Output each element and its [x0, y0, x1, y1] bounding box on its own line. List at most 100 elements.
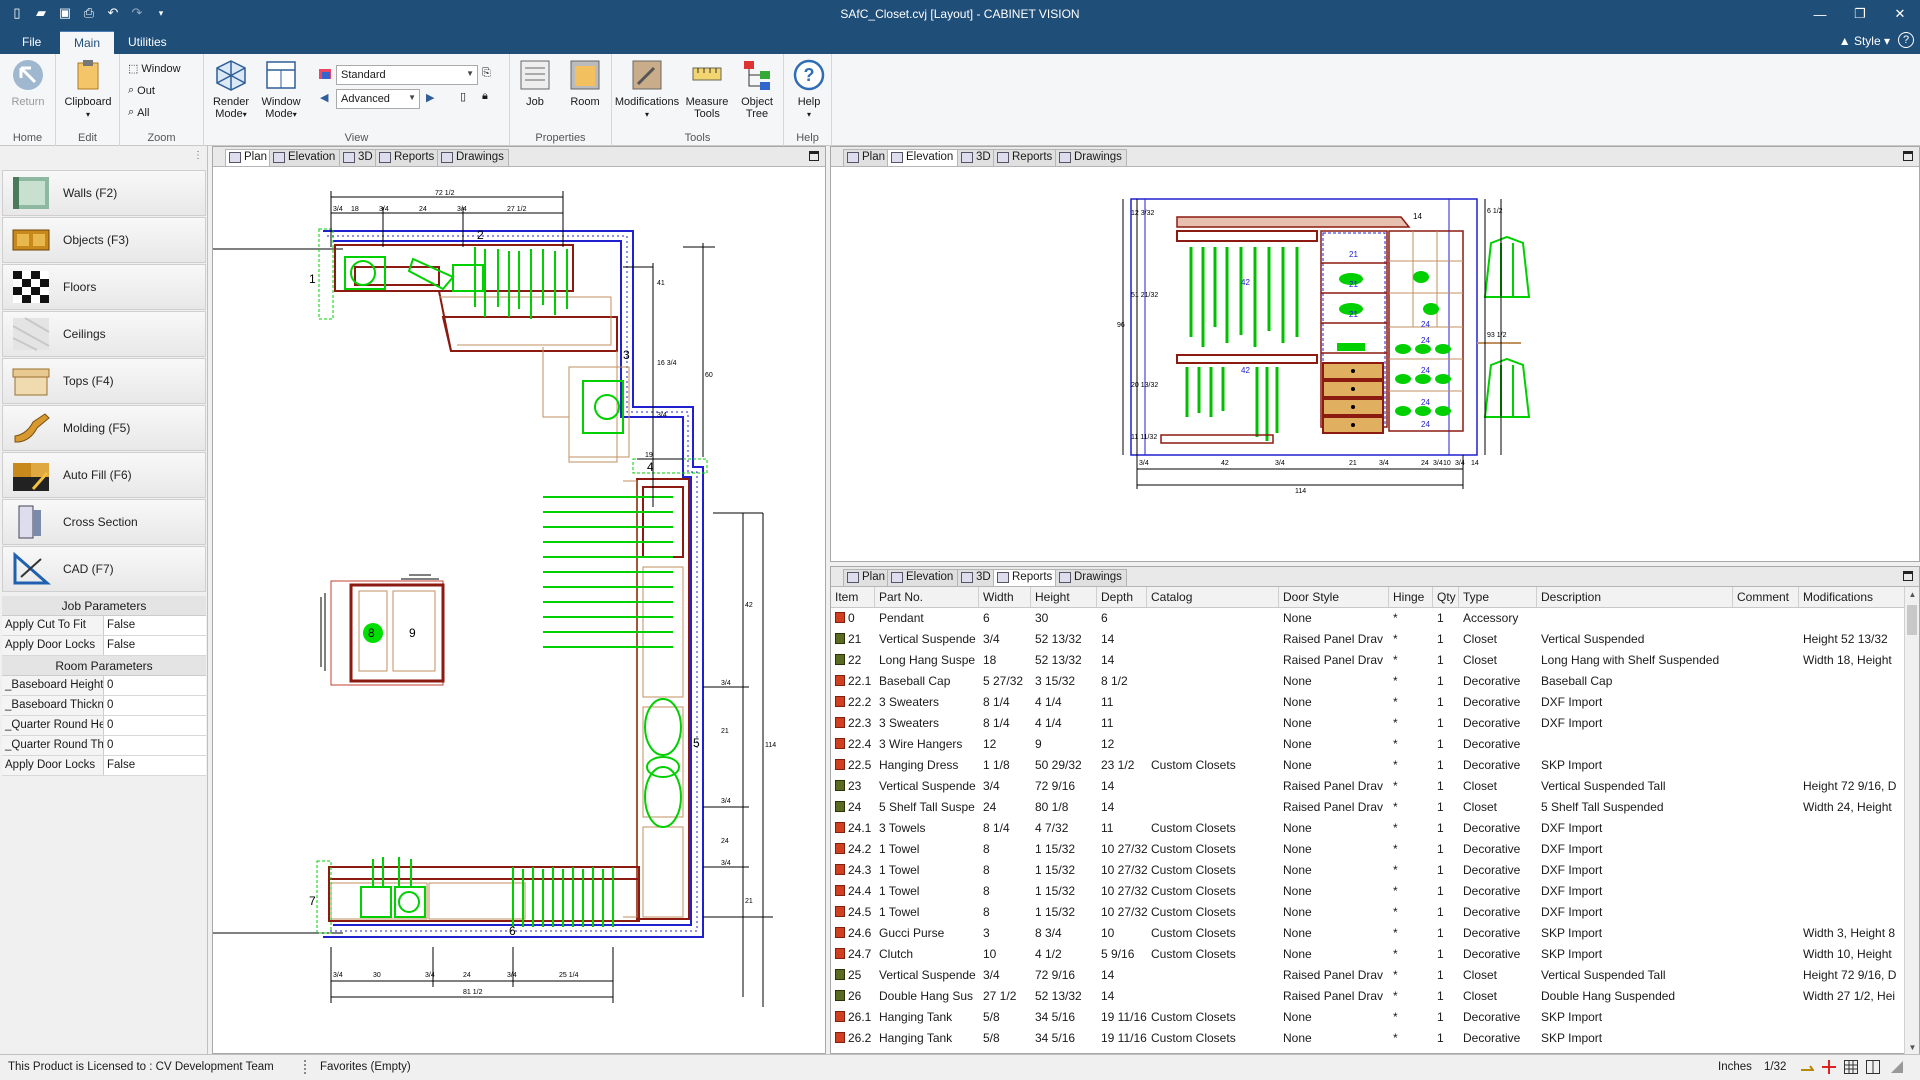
- wall-label[interactable]: 6: [509, 924, 516, 938]
- column-header[interactable]: Modifications: [1799, 587, 1906, 607]
- scroll-down-icon[interactable]: ▼: [1905, 1040, 1920, 1055]
- tab-plan[interactable]: Plan: [843, 149, 891, 166]
- sidebar-item-ceilings[interactable]: Ceilings: [2, 311, 206, 357]
- page-icon[interactable]: ▯: [460, 90, 466, 103]
- elevation-drawing[interactable]: 114 3/4 42 3/4 21 3/4 24 3/4 10 3/4 14 9…: [831, 167, 1919, 561]
- tab-3d[interactable]: 3D: [957, 149, 996, 166]
- table-row[interactable]: 24.4 1 Towel 8 1 15/32 10 27/32 Custom Closet…: [831, 881, 1906, 902]
- scroll-up-icon[interactable]: ▲: [1905, 587, 1920, 602]
- sidebar-item-tops[interactable]: Tops (F4): [2, 358, 206, 404]
- mode-combo[interactable]: Advanced ▼: [336, 89, 420, 109]
- wall-label[interactable]: 5: [693, 736, 700, 750]
- panel-grip-icon[interactable]: ⋮: [193, 150, 203, 161]
- display-style-combo[interactable]: Standard ▼: [336, 65, 478, 85]
- table-row[interactable]: 22.3 3 Sweaters 8 1/4 4 1/4 11 None * 1 Decorati…: [831, 713, 1906, 734]
- table-row[interactable]: 22 Long Hang Suspe 18 52 13/32 14 Raised Pane…: [831, 650, 1906, 671]
- sidebar-item-walls[interactable]: Walls (F2): [2, 170, 206, 216]
- lock-icon[interactable]: 🔒︎: [482, 90, 488, 103]
- param-value[interactable]: 0: [104, 696, 206, 715]
- next-mode-icon[interactable]: ▶: [426, 91, 434, 104]
- tab-elevation[interactable]: Elevation: [269, 149, 341, 166]
- param-row[interactable]: _Baseboard Thickne 0: [2, 696, 206, 716]
- tab-elevation[interactable]: Elevation: [887, 149, 959, 166]
- table-row[interactable]: 22.4 3 Wire Hangers 12 9 12 None * 1 Decorative: [831, 734, 1906, 755]
- close-button[interactable]: ✕: [1880, 0, 1920, 28]
- param-value[interactable]: False: [104, 616, 206, 635]
- sidebar-item-objects[interactable]: Objects (F3): [2, 217, 206, 263]
- restore-button[interactable]: ❐: [1840, 0, 1880, 28]
- zoom-window-button[interactable]: ⬚ Window: [128, 62, 181, 76]
- style-menu[interactable]: ▲ Style ▾: [1839, 34, 1890, 48]
- tab-reports[interactable]: Reports: [375, 149, 440, 166]
- table-row[interactable]: 22.5 Hanging Dress 1 1/8 50 29/32 23 1/2 Cust…: [831, 755, 1906, 776]
- param-row[interactable]: _Quarter Round Hei 0: [2, 716, 206, 736]
- tab-elevation[interactable]: Elevation: [887, 569, 959, 586]
- crosshair-icon[interactable]: [1822, 1060, 1836, 1074]
- snap-icon[interactable]: [1800, 1060, 1815, 1074]
- object-tree-button[interactable]: Object Tree: [732, 58, 782, 120]
- column-header[interactable]: Comment: [1733, 587, 1799, 607]
- wall-label[interactable]: 4: [647, 460, 654, 474]
- tab-file[interactable]: File: [8, 31, 55, 54]
- tab-drawings[interactable]: Drawings: [1055, 569, 1127, 586]
- table-row[interactable]: 26.2 Hanging Tank 5/8 34 5/16 19 11/16 Custom…: [831, 1028, 1906, 1049]
- table-row[interactable]: 24 5 Shelf Tall Suspe 24 80 1/8 14 Raised Pan…: [831, 797, 1906, 818]
- sidebar-item-cad[interactable]: CAD (F7): [2, 546, 206, 592]
- tab-utilities[interactable]: Utilities: [114, 31, 181, 54]
- sidebar-item-floors[interactable]: Floors: [2, 264, 206, 310]
- column-header[interactable]: Description: [1537, 587, 1733, 607]
- maximize-panel-icon[interactable]: [1903, 151, 1913, 161]
- return-button[interactable]: Return: [3, 58, 53, 108]
- zoom-out-button[interactable]: ⌕ Out: [128, 84, 155, 97]
- sidebar-item-cross-section[interactable]: Cross Section: [2, 499, 206, 545]
- plan-drawing[interactable]: 72 1/2 3/4 18 3/4 24 3/4 27 1/2 81 1/2 3…: [213, 167, 825, 1053]
- param-value[interactable]: 0: [104, 676, 206, 695]
- column-header[interactable]: Hinge: [1389, 587, 1433, 607]
- modifications-button[interactable]: Modifications ▾: [612, 58, 682, 121]
- wall-label[interactable]: 7: [309, 894, 316, 908]
- table-row[interactable]: 26.1 Hanging Tank 5/8 34 5/16 19 11/16 Custom…: [831, 1007, 1906, 1028]
- param-row[interactable]: Apply Cut To Fit False: [2, 616, 206, 636]
- table-row[interactable]: 24.3 1 Towel 8 1 15/32 10 27/32 Custom Closet…: [831, 860, 1906, 881]
- column-header[interactable]: Part No.: [875, 587, 979, 607]
- table-row[interactable]: 0 Pendant 6 30 6 None * 1 Accessory: [831, 608, 1906, 629]
- sidebar-item-molding[interactable]: Molding (F5): [2, 405, 206, 451]
- table-row[interactable]: 26 Double Hang Sus 27 1/2 52 13/32 14 Raised …: [831, 986, 1906, 1007]
- table-row[interactable]: 23 Vertical Suspende 3/4 72 9/16 14 Raised Pa…: [831, 776, 1906, 797]
- param-value[interactable]: 0: [104, 716, 206, 735]
- column-header[interactable]: Height: [1031, 587, 1097, 607]
- table-row[interactable]: 24.6 Gucci Purse 3 8 3/4 10 Custom Closets Non…: [831, 923, 1906, 944]
- param-row[interactable]: _Quarter Round Thic 0: [2, 736, 206, 756]
- table-row[interactable]: 24.2 1 Towel 8 1 15/32 10 27/32 Custom Closet…: [831, 839, 1906, 860]
- tab-plan[interactable]: Plan: [843, 569, 891, 586]
- table-row[interactable]: 25 Vertical Suspende 3/4 72 9/16 14 Raised Pa…: [831, 965, 1906, 986]
- help-icon[interactable]: ?: [1898, 32, 1914, 48]
- column-header[interactable]: Depth: [1097, 587, 1147, 607]
- table-row[interactable]: 24.5 1 Towel 8 1 15/32 10 27/32 Custom Closet…: [831, 902, 1906, 923]
- maximize-panel-icon[interactable]: [809, 151, 819, 161]
- help-button[interactable]: ? Help ▾: [784, 58, 834, 121]
- minimize-button[interactable]: —: [1800, 0, 1840, 28]
- tab-3d[interactable]: 3D: [339, 149, 378, 166]
- prev-mode-icon[interactable]: ◀: [320, 91, 328, 104]
- favorites-text[interactable]: Favorites (Empty): [320, 1061, 411, 1073]
- column-header[interactable]: Catalog: [1147, 587, 1279, 607]
- table-row[interactable]: 22.2 3 Sweaters 8 1/4 4 1/4 11 None * 1 Decorati…: [831, 692, 1906, 713]
- report-scrollbar[interactable]: ▲ ▼: [1904, 587, 1919, 1055]
- wall-label[interactable]: 3: [623, 348, 630, 362]
- table-row[interactable]: 24.7 Clutch 10 4 1/2 5 9/16 Custom Closets Non…: [831, 944, 1906, 965]
- style-edit-icon[interactable]: ⎘: [482, 67, 491, 80]
- column-header[interactable]: Door Style: [1279, 587, 1389, 607]
- window-mode-button[interactable]: Window Mode▾: [256, 58, 306, 121]
- tab-drawings[interactable]: Drawings: [1055, 149, 1127, 166]
- sidebar-item-auto-fill[interactable]: Auto Fill (F6): [2, 452, 206, 498]
- tab-main[interactable]: Main: [60, 31, 115, 54]
- wall-label[interactable]: 8: [368, 626, 375, 640]
- param-value[interactable]: False: [104, 636, 206, 655]
- zoom-all-button[interactable]: ⌕ All: [128, 106, 149, 119]
- tab-reports[interactable]: Reports: [993, 149, 1058, 166]
- param-value[interactable]: 0: [104, 736, 206, 755]
- render-mode-button[interactable]: Render Mode▾: [206, 58, 256, 121]
- table-row[interactable]: 22.1 Baseball Cap 5 27/32 3 15/32 8 1/2 None *…: [831, 671, 1906, 692]
- maximize-panel-icon[interactable]: [1903, 571, 1913, 581]
